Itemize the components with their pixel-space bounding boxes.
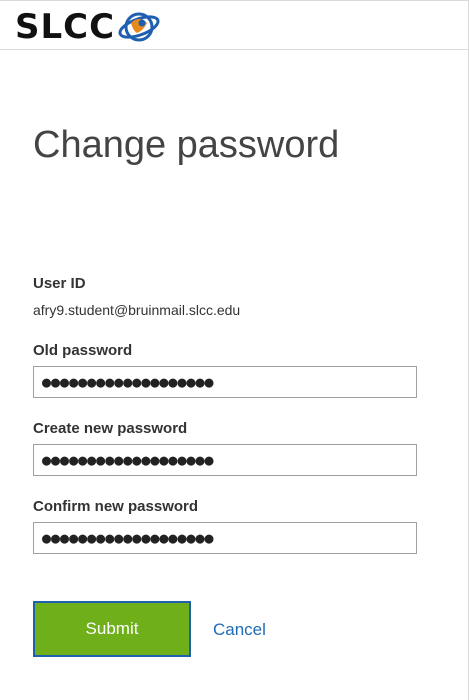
slcc-globe-logo-icon (118, 12, 160, 42)
old-password-label: Old password (33, 342, 133, 359)
confirm-password-field[interactable] (33, 522, 417, 554)
page: SLCC Change password User ID afry9.stude… (0, 0, 469, 700)
slcc-logo: SLCC (15, 7, 163, 47)
new-password-label: Create new password (33, 420, 188, 437)
user-id-value: afry9.student@bruinmail.slcc.edu (33, 302, 241, 318)
user-id-label: User ID (33, 275, 86, 292)
old-password-field[interactable] (33, 366, 417, 398)
confirm-password-label: Confirm new password (33, 498, 199, 515)
cancel-link[interactable]: Cancel (213, 620, 266, 640)
new-password-field[interactable] (33, 444, 417, 476)
logo-text: SLCC (15, 7, 116, 47)
page-title: Change password (33, 124, 340, 166)
header: SLCC (0, 1, 468, 50)
submit-button[interactable]: Submit (33, 601, 191, 657)
